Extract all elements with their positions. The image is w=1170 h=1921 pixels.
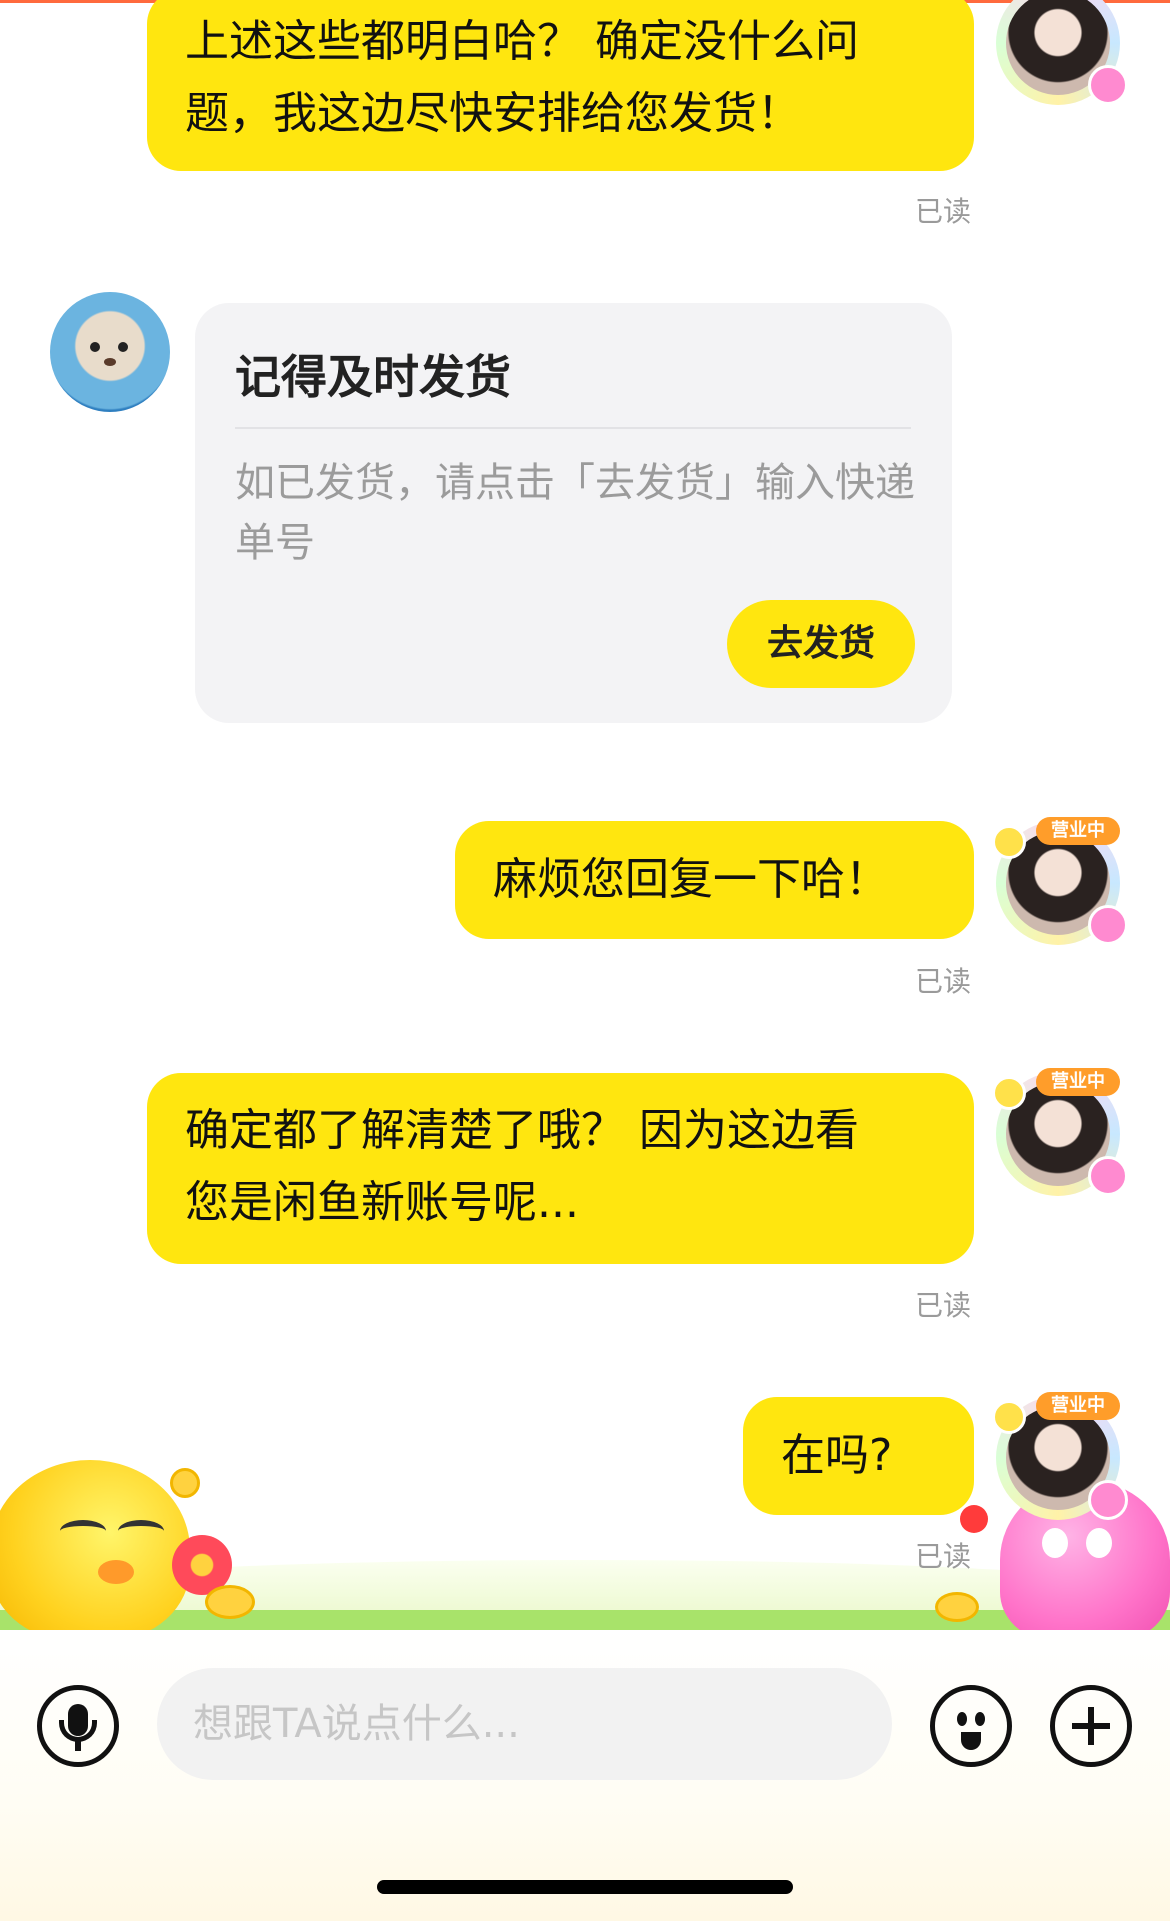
octopus-sticker-icon <box>1088 65 1128 105</box>
mascot-beak <box>98 1560 134 1584</box>
business-badge: 营业中 <box>1036 1392 1120 1420</box>
emoji-eye <box>957 1712 967 1726</box>
message-input[interactable] <box>157 1668 892 1780</box>
emoji-mouth <box>961 1732 981 1750</box>
chick-sticker-icon <box>992 1400 1026 1434</box>
message-bubble[interactable]: 确定都了解清楚了哦？ 因为这边看 您是闲鱼新账号呢... <box>147 1073 974 1264</box>
read-status: 已读 <box>915 965 972 998</box>
emoji-eye <box>975 1712 985 1726</box>
ship-now-button[interactable]: 去发货 <box>727 600 915 688</box>
octopus-sticker-icon <box>1088 1480 1128 1520</box>
message-text-line: 上述这些都明白哈？ 确定没什么问 <box>185 16 859 67</box>
emoji-icon[interactable] <box>930 1685 1012 1767</box>
my-avatar[interactable]: 营业中 <box>990 815 1130 955</box>
avatar-nose <box>104 358 116 366</box>
coin-icon <box>170 1468 200 1498</box>
mic-cup <box>59 1720 97 1742</box>
read-status: 已读 <box>915 1289 972 1322</box>
card-description: 如已发货，请点击「去发货」输入快递单号 <box>235 460 915 566</box>
mascot-eye <box>118 1520 164 1542</box>
message-text-line: 确定都了解清楚了哦？ 因为这边看 <box>185 1105 859 1156</box>
business-badge: 营业中 <box>1036 1068 1120 1096</box>
chick-sticker-icon <box>992 1076 1026 1110</box>
octopus-sticker-icon <box>1088 905 1128 945</box>
plus-icon[interactable] <box>1050 1685 1132 1767</box>
chick-mascot-icon <box>0 1460 190 1640</box>
message-bubble[interactable]: 上述这些都明白哈？ 确定没什么问 题，我这边尽快安排给您发货！ <box>147 0 974 171</box>
message-text-line: 题，我这边尽快安排给您发货！ <box>185 88 801 139</box>
message-text: 在吗? <box>781 1430 893 1481</box>
message-bubble[interactable]: 在吗? <box>743 1397 974 1515</box>
coin-icon <box>205 1585 255 1619</box>
home-indicator[interactable] <box>377 1880 793 1894</box>
card-divider <box>235 427 911 429</box>
coin-icon <box>935 1592 979 1622</box>
shipping-reminder-card: 记得及时发货 如已发货，请点击「去发货」输入快递单号 去发货 <box>195 303 952 723</box>
my-avatar[interactable]: 营业中 <box>990 1066 1130 1206</box>
heart-icon <box>960 1505 988 1533</box>
chick-sticker-icon <box>992 825 1026 859</box>
avatar-eye <box>90 342 100 352</box>
business-badge: 营业中 <box>1036 817 1120 845</box>
message-text-line: 您是闲鱼新账号呢... <box>185 1177 579 1228</box>
decor-grass <box>0 1610 1170 1630</box>
mic-stem <box>75 1741 81 1751</box>
mascot-eye <box>1086 1528 1112 1558</box>
plus-bar <box>1088 1707 1094 1745</box>
my-avatar[interactable] <box>990 0 1130 115</box>
message-bubble[interactable]: 麻烦您回复一下哈！ <box>455 821 974 939</box>
card-title: 记得及时发货 <box>235 350 511 404</box>
microphone-icon[interactable] <box>37 1685 119 1767</box>
system-avatar[interactable] <box>50 292 170 412</box>
read-status: 已读 <box>915 195 972 228</box>
octopus-sticker-icon <box>1088 1156 1128 1196</box>
mascot-eye <box>1042 1528 1068 1558</box>
avatar-eye <box>118 342 128 352</box>
message-text: 麻烦您回复一下哈！ <box>493 854 889 905</box>
read-status: 已读 <box>915 1540 972 1573</box>
mascot-eye <box>60 1520 106 1542</box>
my-avatar[interactable]: 营业中 <box>990 1390 1130 1530</box>
